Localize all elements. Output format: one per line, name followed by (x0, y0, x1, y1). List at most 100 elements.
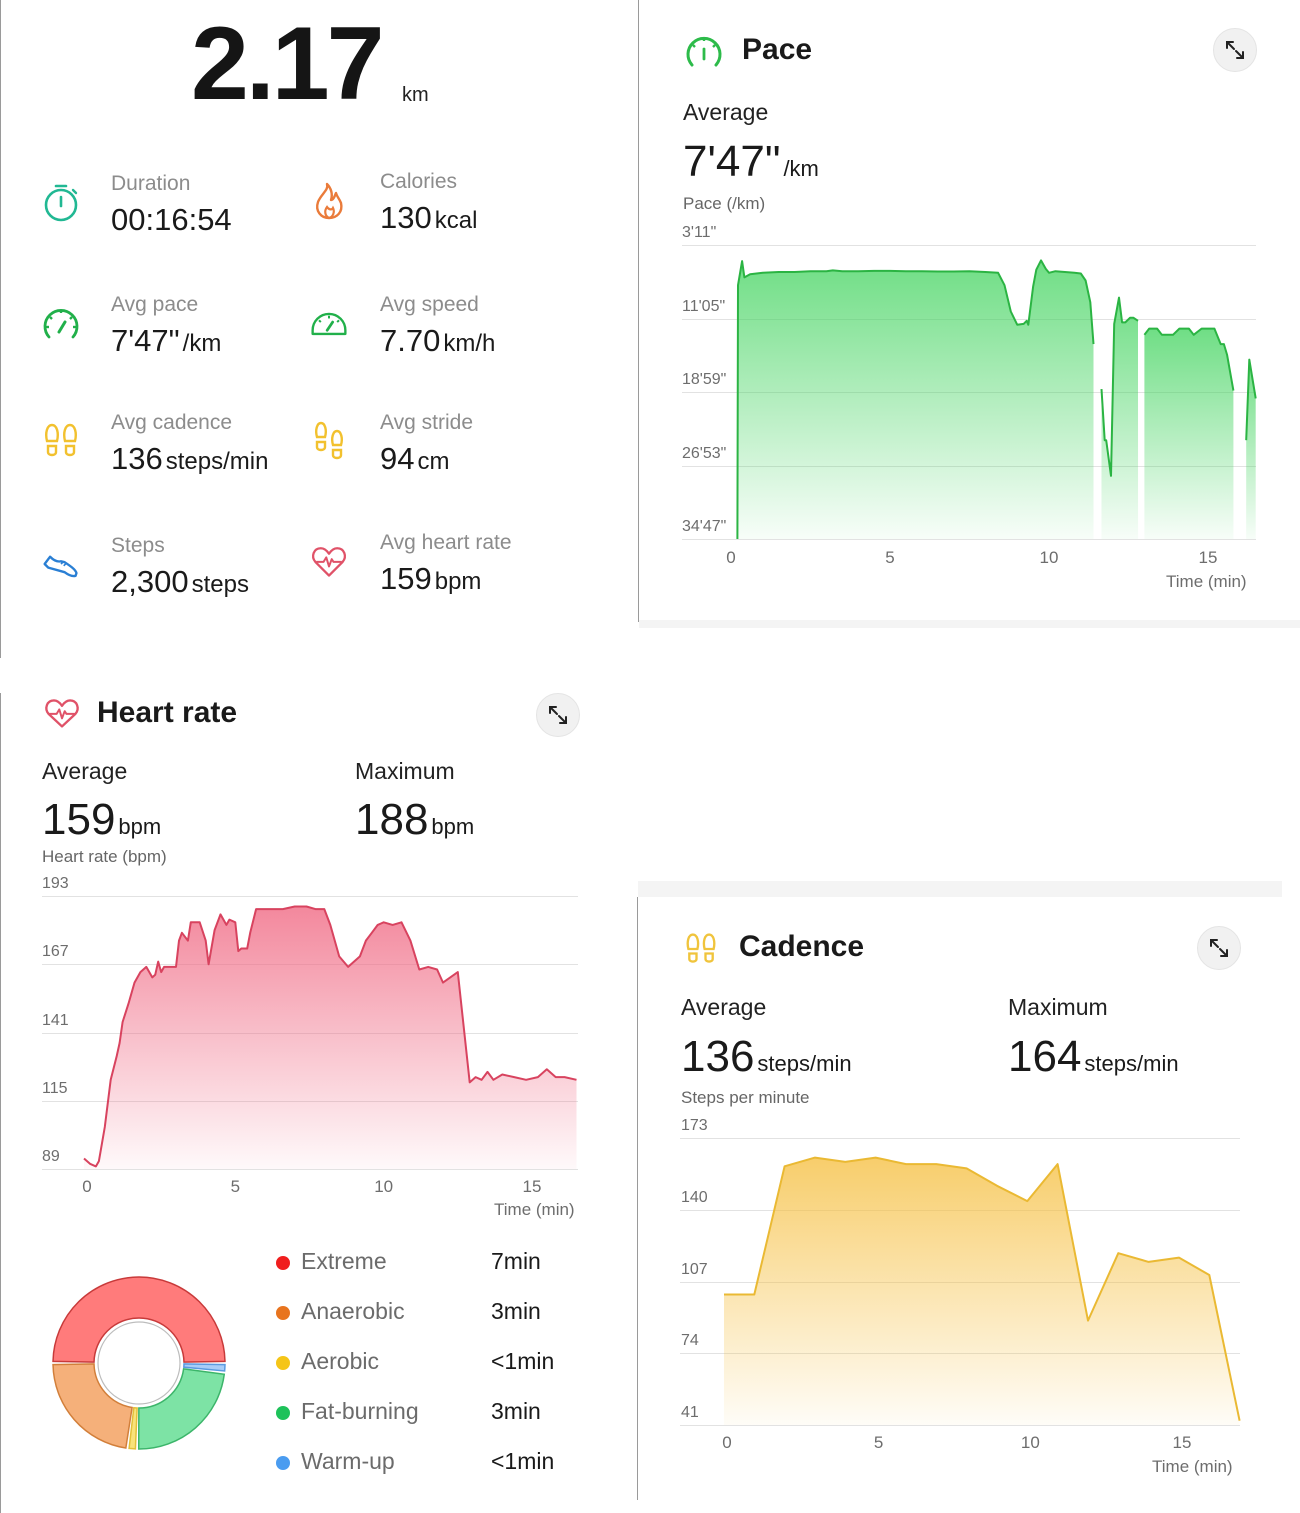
pace-average-number: 7'47" (683, 137, 780, 186)
zone-duration: <1min (491, 1348, 554, 1375)
stat-unit: cm (417, 448, 449, 475)
stat-value: 136steps/min (111, 441, 268, 477)
y-tick-label: 140 (681, 1189, 708, 1207)
cadence-expand-button[interactable] (1197, 926, 1241, 970)
stopwatch-icon (41, 180, 81, 224)
gridline (42, 964, 578, 965)
x-tick-label: 15 (523, 1177, 542, 1197)
pace-gauge-icon (684, 32, 724, 70)
expand-arrows-icon (1206, 935, 1232, 961)
pace-average-value: 7'47"/km (683, 140, 819, 184)
stat-number: 159 (380, 561, 432, 596)
footprints-icon (41, 419, 81, 463)
y-tick-label: 167 (42, 943, 69, 961)
hr-maximum-number: 188 (355, 795, 428, 844)
heart-rate-zone-donut (46, 1270, 232, 1456)
donut-center (98, 1322, 180, 1404)
cadence-card: Cadence Average 136steps/min Maximum 164… (637, 897, 1300, 1500)
heart-pulse-icon (309, 539, 349, 583)
y-tick-label: 3'11" (682, 224, 716, 242)
y-tick-label: 74 (681, 1332, 699, 1350)
running-shoe-icon (41, 542, 81, 586)
stat-unit: steps/min (166, 448, 269, 475)
expand-arrows-icon (1222, 37, 1248, 63)
legend-dot (276, 1306, 290, 1320)
gridline (680, 1425, 1240, 1426)
cadence-average-number: 136 (681, 1032, 754, 1081)
stat-value: 94cm (380, 441, 449, 477)
gridline (42, 1169, 578, 1170)
hr-average-number: 159 (42, 795, 115, 844)
gridline (42, 1033, 578, 1034)
stat-label: Calories (380, 170, 457, 194)
stat-value: 130kcal (380, 200, 477, 236)
stat-label: Steps (111, 534, 165, 558)
heart-rate-expand-button[interactable] (536, 693, 580, 737)
hr-average-label: Average (42, 758, 127, 785)
pace-card: Pace Average 7'47"/km Pace (/km) (638, 0, 1300, 622)
zone-legend-extreme: Extreme 7min (276, 1248, 576, 1278)
stat-unit: km/h (443, 330, 495, 357)
stat-label: Avg cadence (111, 411, 232, 435)
cadence-maximum-label: Maximum (1008, 994, 1108, 1021)
total-distance-unit: km (402, 84, 429, 107)
gridline (42, 1101, 578, 1102)
pace-expand-button[interactable] (1213, 28, 1257, 72)
cadence-y-axis-title: Steps per minute (681, 1088, 810, 1108)
zone-legend-warm-up: Warm-up <1min (276, 1448, 576, 1478)
y-tick-label: 89 (42, 1148, 60, 1166)
stat-number: 2,300 (111, 564, 189, 599)
stat-unit: bpm (435, 568, 482, 595)
zone-name: Fat-burning (301, 1398, 419, 1425)
stat-value: 00:16:54 (111, 202, 232, 238)
x-tick-label: 0 (82, 1177, 91, 1197)
x-tick-label: 15 (1199, 548, 1218, 568)
gridline (680, 1210, 1240, 1211)
x-tick-label: 10 (1040, 548, 1059, 568)
stat-value: 2,300steps (111, 564, 249, 600)
cadence-average-unit: steps/min (757, 1051, 851, 1076)
stat-number: 94 (380, 441, 414, 476)
heart-rate-card-border (0, 693, 1, 1513)
x-tick-label: 5 (874, 1433, 883, 1453)
zone-duration: 3min (491, 1398, 541, 1425)
cadence-title: Cadence (739, 930, 864, 964)
y-tick-label: 41 (681, 1404, 699, 1422)
total-distance-value: 2.17 (191, 12, 381, 116)
zone-legend-aerobic: Aerobic <1min (276, 1348, 576, 1378)
gridline (42, 896, 578, 897)
y-tick-label: 26'53" (682, 445, 726, 463)
cadence-maximum-number: 164 (1008, 1032, 1081, 1081)
legend-dot (276, 1356, 290, 1370)
stat-value: 7'47"/km (111, 323, 221, 359)
y-tick-label: 34'47" (682, 518, 726, 536)
stat-number: 136 (111, 441, 163, 476)
stat-unit: steps (192, 571, 249, 598)
hr-maximum-unit: bpm (431, 814, 474, 839)
y-tick-label: 107 (681, 1261, 708, 1279)
zone-legend-fat-burning: Fat-burning 3min (276, 1398, 576, 1428)
gridline (682, 392, 1256, 393)
gridline (682, 245, 1256, 246)
legend-dot (276, 1406, 290, 1420)
footprints-icon (683, 929, 719, 969)
cadence-average-label: Average (681, 994, 766, 1021)
stat-number: 130 (380, 200, 432, 235)
stride-footprints-icon (309, 419, 349, 463)
stat-unit: /km (183, 330, 222, 357)
y-tick-label: 18'59" (682, 371, 726, 389)
y-tick-label: 193 (42, 875, 69, 893)
hr-maximum-label: Maximum (355, 758, 455, 785)
y-tick-label: 141 (42, 1012, 69, 1030)
zone-duration: 3min (491, 1298, 541, 1325)
zone-name: Anaerobic (301, 1298, 405, 1325)
gridline (682, 319, 1256, 320)
heart-pulse-icon (42, 696, 82, 730)
legend-dot (276, 1456, 290, 1470)
gridline (680, 1282, 1240, 1283)
hr-y-axis-title: Heart rate (bpm) (42, 847, 167, 867)
y-tick-label: 11'05" (682, 298, 725, 316)
zone-name: Warm-up (301, 1448, 395, 1475)
speedometer-icon (309, 301, 349, 345)
pace-title: Pace (742, 33, 812, 67)
